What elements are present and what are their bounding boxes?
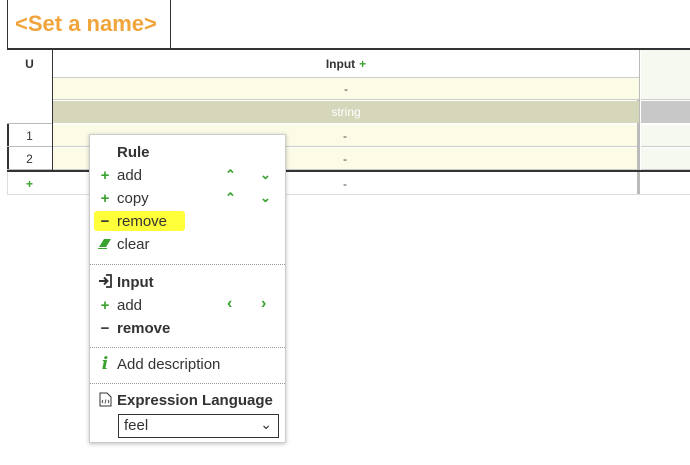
copy-rule-above-icon[interactable]: ⌃ [225,190,236,206]
rule-row-output-cell[interactable] [641,125,690,147]
rule-remove-label: remove [117,213,168,230]
input-remove-label: remove [117,320,171,337]
input-section-title: Input [90,272,285,295]
code-file-icon [97,392,113,411]
add-rule-button[interactable]: + [7,173,52,195]
add-rule-above-icon[interactable]: ⌃ [225,167,236,183]
input-add-item[interactable]: + add ‹ › [90,295,285,318]
context-menu: Rule + add ⌃ ⌄ + copy ⌃ ⌄ − remove clear… [89,134,286,443]
minus-icon: − [100,320,110,337]
hit-policy-cell[interactable]: U [7,50,52,78]
add-row-left-border [7,172,8,194]
menu-divider [90,347,285,348]
expression-language-value: feel [124,417,149,434]
rule-row-number[interactable]: 2 [7,148,52,170]
expression-language-select[interactable]: feel ⌄ [118,414,279,438]
rule-row-number[interactable]: 1 [7,125,52,147]
copy-rule-below-icon[interactable]: ⌄ [260,190,271,206]
rule-copy-item[interactable]: + copy ⌃ ⌄ [90,188,285,211]
output-column-header[interactable] [641,50,690,78]
hit-policy-body [7,78,52,124]
plus-icon: + [100,297,110,314]
rule-section-title: Rule [117,144,150,161]
rule-copy-label: copy [117,190,149,207]
add-rule-below-icon[interactable]: ⌄ [260,167,271,183]
rule-add-item[interactable]: + add ⌃ ⌄ [90,165,285,188]
rule-remove-item[interactable]: − remove [90,211,285,234]
input-column-header[interactable]: Input + [53,50,639,78]
chevron-down-icon: ⌄ [260,416,272,432]
table-name-tab[interactable]: <Set a name> [7,0,171,48]
add-input-icon[interactable]: + [359,57,366,71]
sign-in-icon [97,274,113,292]
rule-clear-label: clear [117,236,150,253]
add-description-label: Add description [117,356,221,373]
minus-icon: − [100,213,110,230]
plus-icon: + [100,167,110,184]
menu-divider [90,264,285,265]
info-icon: i [101,354,109,374]
add-input-right-icon[interactable]: › [261,295,266,313]
rule-row-output-cell[interactable] [641,148,690,170]
input-expression-cell[interactable]: - [53,78,639,100]
input-remove-item[interactable]: − remove [90,318,285,341]
expression-language-title: Expression Language [90,390,285,413]
input-type-cell[interactable]: string [53,101,639,123]
input-add-label: add [117,297,143,314]
menu-divider [90,383,285,384]
output-expression-cell[interactable] [641,78,690,100]
add-description-item[interactable]: i Add description [90,354,285,377]
rule-clear-item[interactable]: clear [90,234,285,257]
plus-icon: + [100,190,110,207]
input-column-label: Input [325,57,356,71]
output-type-cell[interactable] [641,101,690,123]
rule-add-label: add [117,167,143,184]
eraser-icon [97,236,113,254]
table-name[interactable]: <Set a name> [15,11,157,37]
add-input-left-icon[interactable]: ‹ [227,295,232,313]
